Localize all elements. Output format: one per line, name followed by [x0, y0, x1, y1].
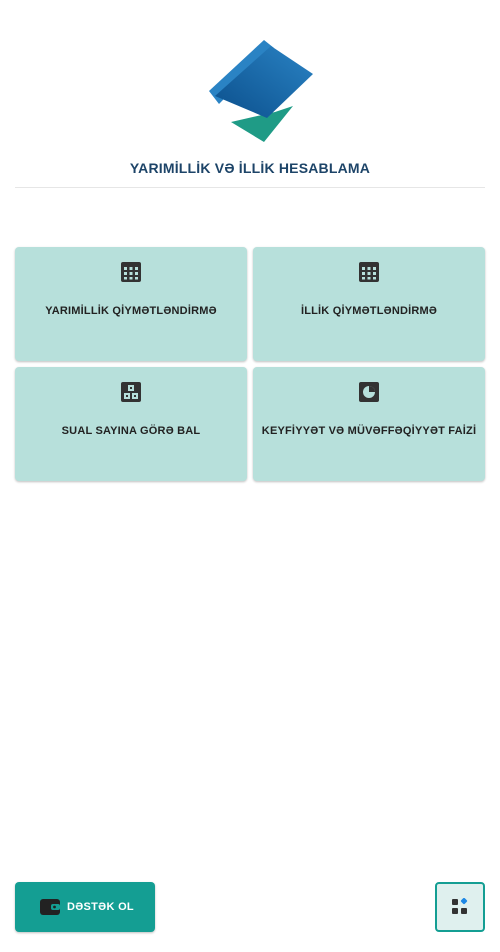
menu-card-label: KEYFİYYƏT VƏ MÜVƏFFƏQİYYƏT FAİZİ — [261, 425, 477, 437]
menu-card-question-score[interactable]: SUAL SAYINA GÖRƏ BAL — [15, 367, 247, 481]
menu-card-quality-percent[interactable]: KEYFİYYƏT VƏ MÜVƏFFƏQİYYƏT FAİZİ — [253, 367, 485, 481]
menu-card-semiannual[interactable]: YARIMİLLİK QİYMƏTLƏNDİRMƏ — [15, 247, 247, 361]
blocks-icon — [121, 382, 141, 402]
calendar-grid-icon — [121, 262, 141, 282]
calendar-grid-icon — [359, 262, 379, 282]
menu-card-label: YARIMİLLİK QİYMƏTLƏNDİRMƏ — [45, 305, 217, 317]
support-button-label: DƏSTƏK OL — [67, 901, 134, 913]
apps-button[interactable] — [435, 882, 485, 932]
wallet-icon — [40, 899, 60, 915]
app-header: YARIMİLLİK VƏ İLLİK HESABLAMA — [15, 0, 485, 188]
menu-card-label: SUAL SAYINA GÖRƏ BAL — [61, 425, 201, 437]
pie-chart-icon — [359, 382, 379, 402]
menu-grid: YARIMİLLİK QİYMƏTLƏNDİRMƏ İLLİK QİYMƏTLƏ… — [15, 247, 485, 481]
apps-grid-icon — [452, 898, 468, 914]
page-title: YARIMİLLİK VƏ İLLİK HESABLAMA — [129, 160, 371, 176]
menu-card-label: İLLİK QİYMƏTLƏNDİRMƏ — [300, 305, 438, 317]
support-button[interactable]: DƏSTƏK OL — [15, 882, 155, 932]
diamond-logo-icon — [209, 40, 313, 142]
menu-card-annual[interactable]: İLLİK QİYMƏTLƏNDİRMƏ — [253, 247, 485, 361]
